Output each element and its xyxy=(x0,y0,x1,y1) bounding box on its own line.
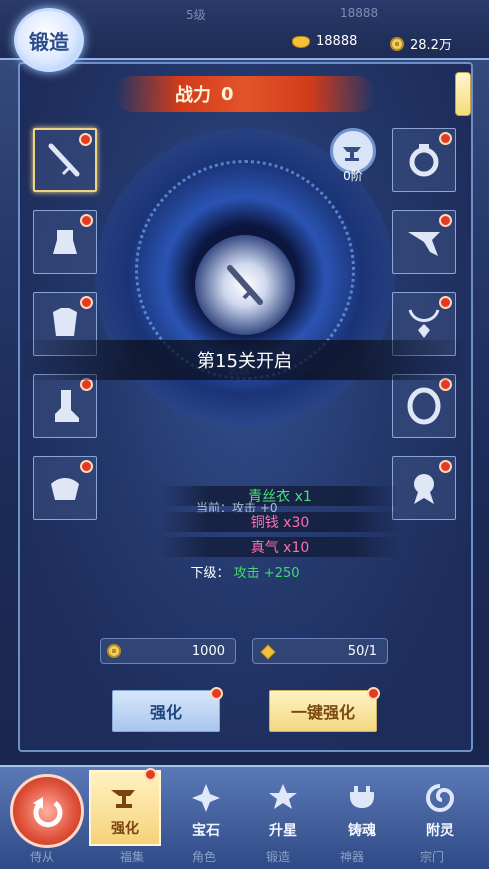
gold-ingot-counter: 18888 xyxy=(292,34,357,49)
next-stat-value: +250 xyxy=(263,566,300,581)
tab-gem[interactable]: 宝石 xyxy=(170,770,242,846)
under-tab-label: 锻造 xyxy=(266,850,291,864)
copper-coin-icon xyxy=(107,644,121,658)
equip-slot-bracelet[interactable] xyxy=(392,374,456,438)
equip-slot-helmet[interactable] xyxy=(33,210,97,274)
tab-gem-label: 宝石 xyxy=(192,823,220,839)
red-dot-badge xyxy=(210,687,223,700)
red-dot-badge xyxy=(439,296,452,309)
gold-ingot-value: 18888 xyxy=(316,34,358,49)
equip-slot-pendant[interactable] xyxy=(392,456,456,520)
stage-label: 0阶 xyxy=(343,169,363,183)
gem-icon xyxy=(192,784,220,812)
red-dot-badge xyxy=(439,132,452,145)
power-value: 0 xyxy=(221,83,234,105)
red-dot-badge xyxy=(80,460,93,473)
tab-enchant-label: 附灵 xyxy=(426,823,454,839)
stone-count-field: 50/1 xyxy=(252,638,388,664)
enhance-button[interactable]: 强化 xyxy=(112,687,223,732)
stone-count-value: 50/1 xyxy=(347,643,377,659)
enhance-button-label: 强化 xyxy=(149,703,182,722)
cost-item-copper: 铜钱 x30 xyxy=(160,512,400,532)
center-item-orb[interactable] xyxy=(195,235,295,335)
page-title: 锻造 xyxy=(29,29,69,54)
copper-coin-icon xyxy=(390,36,404,51)
combat-power-banner: 战力 0 xyxy=(115,76,375,112)
tab-star-up-label: 升星 xyxy=(269,823,297,839)
tab-soul-cast[interactable]: 铸魂 xyxy=(326,770,398,846)
next-stat-label: 下级： xyxy=(190,566,230,581)
unlock-banner: 第15关开启 xyxy=(20,340,469,380)
ring-icon xyxy=(409,144,439,177)
under-tab-label: 侍从 xyxy=(30,850,55,864)
equip-slot-scarf[interactable] xyxy=(392,210,456,274)
copper-counter: 28.2万 xyxy=(390,34,452,53)
red-dot-badge xyxy=(144,768,157,781)
under-tab-label: 宗门 xyxy=(420,850,445,864)
lantern-icon xyxy=(455,72,471,116)
tab-enhance-label: 强化 xyxy=(111,821,139,837)
faded-gold: 18888 xyxy=(340,6,379,20)
tab-enchant[interactable]: 附灵 xyxy=(404,770,476,846)
helmet-icon xyxy=(53,230,77,254)
star-icon xyxy=(269,784,297,809)
anvil-icon xyxy=(343,147,361,161)
red-dot-badge xyxy=(80,296,93,309)
red-dot-badge xyxy=(80,214,93,227)
copper-cost-field: 1000 xyxy=(100,638,236,664)
copper-value: 28.2万 xyxy=(410,38,452,53)
copper-cost-value: 1000 xyxy=(191,643,225,659)
next-stat: 下级： 攻击 +250 xyxy=(150,562,340,581)
under-tab-label: 福集 xyxy=(120,850,145,864)
faded-level: 5级 xyxy=(186,8,206,22)
enhance-stone-icon xyxy=(260,644,276,660)
sword-icon xyxy=(48,143,80,177)
red-dot-badge xyxy=(439,460,452,473)
under-tab-label: 神器 xyxy=(340,850,365,864)
scarf-icon xyxy=(408,232,440,256)
gold-ingot-icon xyxy=(292,35,310,48)
tab-star-up[interactable]: 升星 xyxy=(247,770,319,846)
equip-slot-weapon[interactable] xyxy=(33,128,97,192)
red-dot-badge xyxy=(367,687,380,700)
cost-item-qi: 真气 x10 xyxy=(160,537,400,557)
anvil-icon xyxy=(111,790,135,808)
red-dot-badge xyxy=(79,133,92,146)
under-tab-label: 角色 xyxy=(192,850,217,864)
swirl-icon xyxy=(426,784,455,812)
equip-slot-boots[interactable] xyxy=(33,374,97,438)
back-button[interactable] xyxy=(10,774,84,848)
tab-enhance[interactable]: 强化 xyxy=(89,768,161,846)
forge-title-badge: 锻造 xyxy=(14,8,84,72)
red-dot-badge xyxy=(439,214,452,227)
equip-slot-belt[interactable] xyxy=(33,456,97,520)
one-click-enhance-button[interactable]: 一键强化 xyxy=(269,687,380,732)
next-stat-name: 攻击 xyxy=(233,566,260,581)
equip-slot-ring[interactable] xyxy=(392,128,456,192)
back-arrow-icon xyxy=(33,797,63,828)
power-label: 战力 xyxy=(175,85,211,106)
one-click-enhance-label: 一键强化 xyxy=(290,703,355,722)
cauldron-icon xyxy=(350,786,374,808)
belt-icon xyxy=(51,478,79,500)
tab-soul-cast-label: 铸魂 xyxy=(348,823,376,839)
sword-icon xyxy=(227,265,263,305)
pendant-icon xyxy=(414,474,434,504)
bracelet-icon xyxy=(407,387,441,425)
boots-icon xyxy=(55,390,79,422)
unlock-message: 第15关开启 xyxy=(197,351,292,372)
